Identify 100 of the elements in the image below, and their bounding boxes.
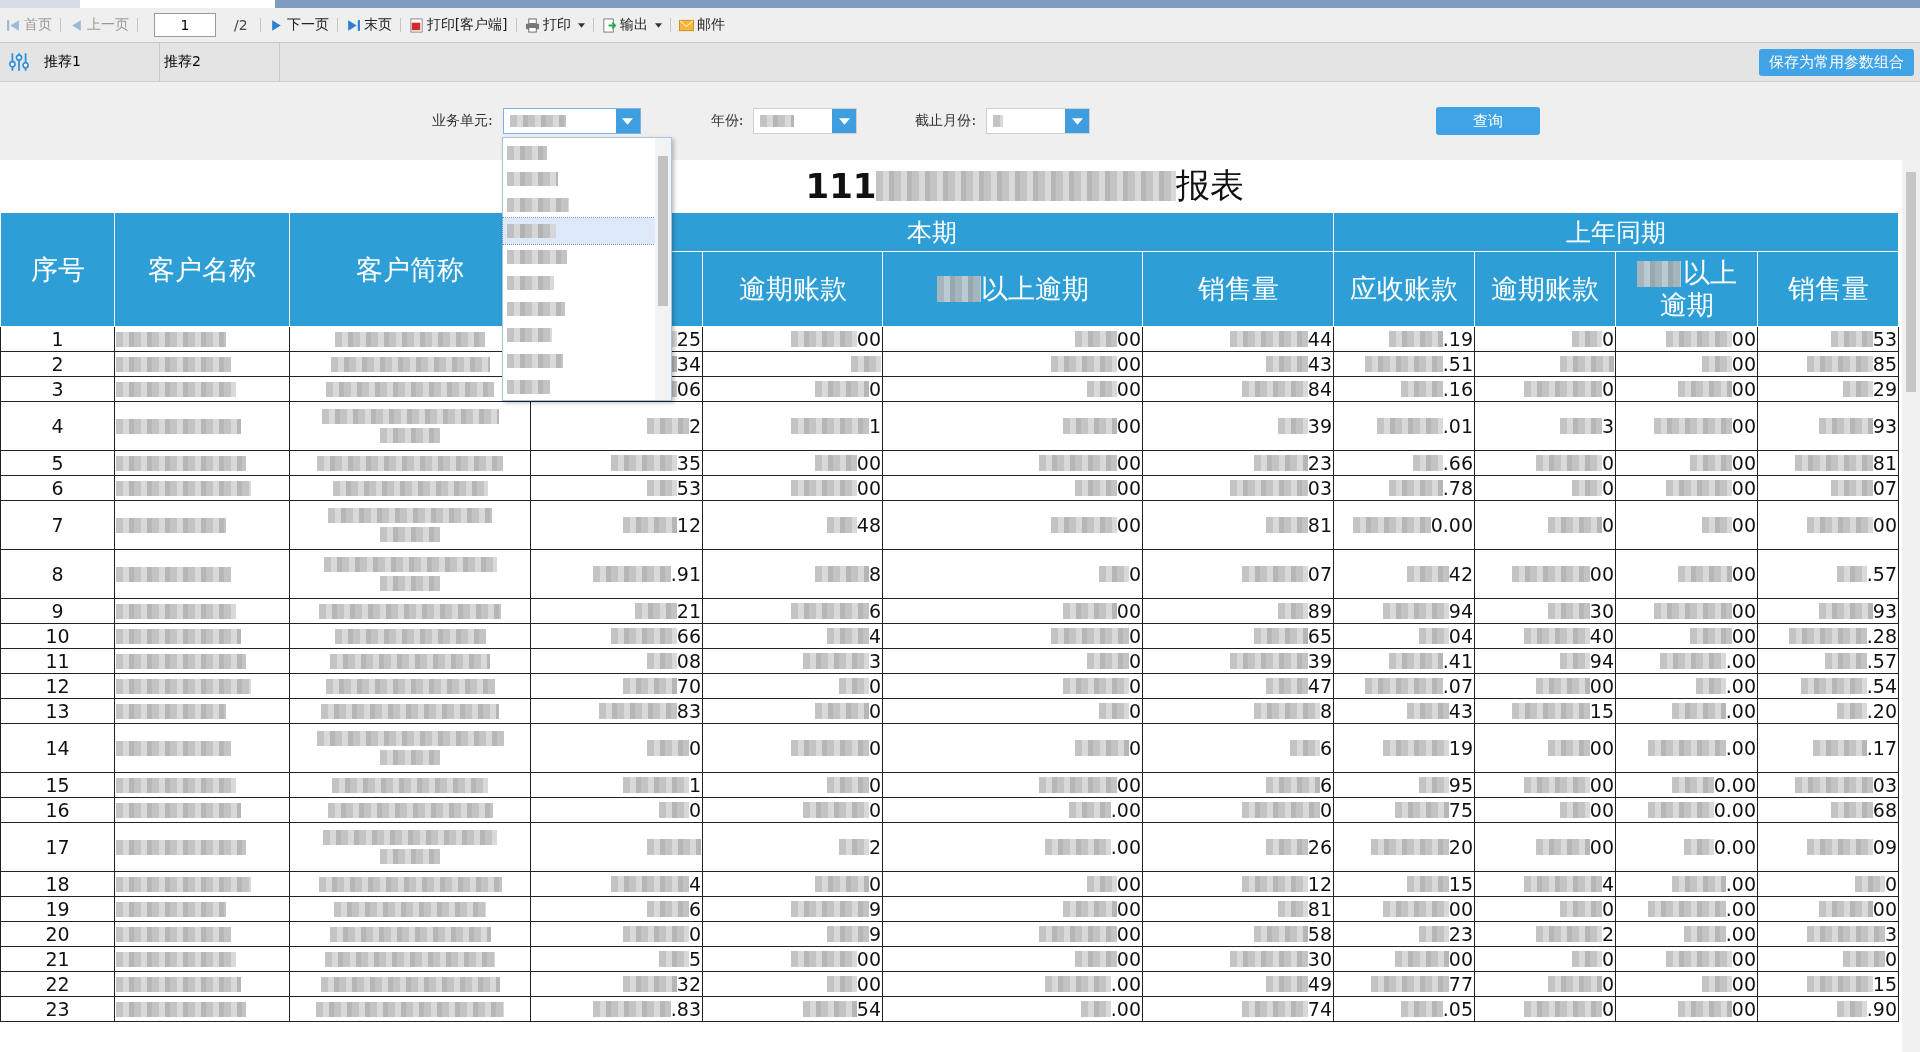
row-number: 11 bbox=[0, 648, 115, 674]
filter-label: 年份: bbox=[710, 112, 744, 130]
toolbar-button[interactable]: 输出 bbox=[599, 14, 664, 36]
row-number: 17 bbox=[0, 822, 115, 872]
redacted-block bbox=[790, 331, 857, 347]
row-number: 7 bbox=[0, 500, 115, 550]
cell-value: 53 bbox=[676, 477, 701, 499]
scrollbar[interactable] bbox=[1902, 160, 1920, 1052]
redacted-block bbox=[1050, 356, 1117, 372]
cell-value: 0 bbox=[868, 873, 881, 895]
redacted-block bbox=[509, 115, 566, 127]
cell-value: .05 bbox=[1442, 998, 1473, 1020]
redacted-block bbox=[1044, 976, 1111, 992]
toolbar-button[interactable]: 末页 bbox=[343, 14, 394, 36]
redacted-block bbox=[634, 603, 677, 619]
browser-tab[interactable] bbox=[80, 0, 275, 8]
page-number-field[interactable]: 1 bbox=[154, 13, 216, 37]
row-number: 3 bbox=[0, 376, 115, 402]
cell-value: 0 bbox=[688, 737, 701, 759]
redacted-block bbox=[1265, 356, 1308, 372]
cell-value: .01 bbox=[1442, 415, 1473, 437]
redacted-block bbox=[1830, 331, 1873, 347]
redacted-block bbox=[1400, 381, 1443, 397]
filter-label: 业务单元: bbox=[432, 112, 493, 130]
caret-icon bbox=[1071, 117, 1083, 125]
cell-value: 00 bbox=[1116, 774, 1141, 796]
cell-value: 34 bbox=[676, 353, 701, 375]
column-header: 以上逾期 bbox=[980, 272, 1089, 306]
cell-value: 04 bbox=[1448, 625, 1473, 647]
redacted-block bbox=[647, 839, 701, 855]
redacted-block bbox=[1701, 976, 1732, 992]
redacted-block bbox=[1062, 678, 1129, 694]
cell-value: 0 bbox=[1128, 625, 1141, 647]
redacted-block bbox=[1812, 740, 1867, 756]
cell-value: 43 bbox=[1448, 700, 1473, 722]
cell-value: 68 bbox=[1872, 799, 1897, 821]
redacted-block bbox=[1241, 876, 1308, 892]
cell-value: 65 bbox=[1307, 625, 1332, 647]
cell-value: 93 bbox=[1872, 600, 1897, 622]
cell-value: 23 bbox=[1307, 452, 1332, 474]
cell-value: 39 bbox=[1307, 415, 1332, 437]
cell-value: 00 bbox=[1731, 948, 1756, 970]
cell-value: 0 bbox=[1601, 998, 1614, 1020]
cell-value: 07 bbox=[1307, 563, 1332, 585]
redacted-block bbox=[1818, 603, 1873, 619]
column-header: 应收账款 bbox=[1350, 272, 1458, 306]
cell-value: 00 bbox=[1448, 898, 1473, 920]
cell-value: 47 bbox=[1307, 675, 1332, 697]
redacted-block bbox=[1418, 628, 1449, 644]
caret-icon bbox=[838, 117, 850, 125]
redacted-block bbox=[814, 455, 857, 471]
cell-value: .19 bbox=[1442, 328, 1473, 350]
cell-value: 0 bbox=[1601, 378, 1614, 400]
redacted-block bbox=[1836, 566, 1867, 582]
toolbar-button[interactable]: 打印[客户端] bbox=[406, 14, 510, 36]
cell-value: 0 bbox=[688, 799, 701, 821]
redacted-block bbox=[380, 527, 440, 542]
row-number: 19 bbox=[0, 896, 115, 922]
filter-label: 截止月份: bbox=[915, 112, 977, 130]
cell-value: 00 bbox=[856, 973, 881, 995]
dropdown-field[interactable] bbox=[986, 108, 1091, 134]
cell-value: 0 bbox=[868, 675, 881, 697]
cell-value: 4 bbox=[868, 625, 881, 647]
redacted-block bbox=[1571, 331, 1602, 347]
redacted-block bbox=[1547, 603, 1590, 619]
page-total: /2 bbox=[234, 17, 248, 33]
cell-value: 0 bbox=[868, 737, 881, 759]
cell-value: 23 bbox=[1448, 923, 1473, 945]
redacted-block bbox=[1074, 740, 1129, 756]
redacted-block bbox=[1695, 678, 1726, 694]
cell-value: 03 bbox=[1872, 774, 1897, 796]
redacted-block bbox=[1044, 839, 1111, 855]
cell-value: 3 bbox=[868, 650, 881, 672]
cell-value: 00 bbox=[1731, 452, 1756, 474]
redacted-block bbox=[1418, 926, 1449, 942]
scrollbar[interactable] bbox=[654, 138, 671, 400]
cell-value: 00 bbox=[1116, 452, 1141, 474]
toolbar-button[interactable]: 下一页 bbox=[266, 14, 331, 36]
previous-icon bbox=[69, 17, 84, 33]
cell-value: 94 bbox=[1448, 600, 1473, 622]
browser-tab[interactable] bbox=[0, 0, 80, 8]
redacted-block bbox=[1665, 331, 1732, 347]
redacted-block bbox=[1074, 331, 1117, 347]
redacted-block bbox=[1535, 839, 1590, 855]
column-header: 销售量 bbox=[1197, 272, 1279, 306]
cell-value: .20 bbox=[1866, 700, 1897, 722]
cell-value: 85 bbox=[1872, 353, 1897, 375]
redacted-block bbox=[1677, 381, 1732, 397]
redacted-block bbox=[936, 276, 981, 302]
toolbar-button[interactable]: 打印 bbox=[522, 14, 587, 36]
dropdown-option[interactable] bbox=[502, 218, 655, 244]
cell-value: 03 bbox=[1307, 477, 1332, 499]
redacted-block bbox=[826, 777, 869, 793]
toolbar-button[interactable]: 邮件 bbox=[676, 14, 727, 36]
redacted-block bbox=[1836, 1001, 1867, 1017]
dropdown-field[interactable] bbox=[753, 108, 858, 134]
redacted-block bbox=[814, 381, 869, 397]
redacted-block bbox=[1677, 566, 1732, 582]
cell-value: 00 bbox=[1872, 514, 1897, 536]
envelope-icon bbox=[678, 17, 694, 33]
